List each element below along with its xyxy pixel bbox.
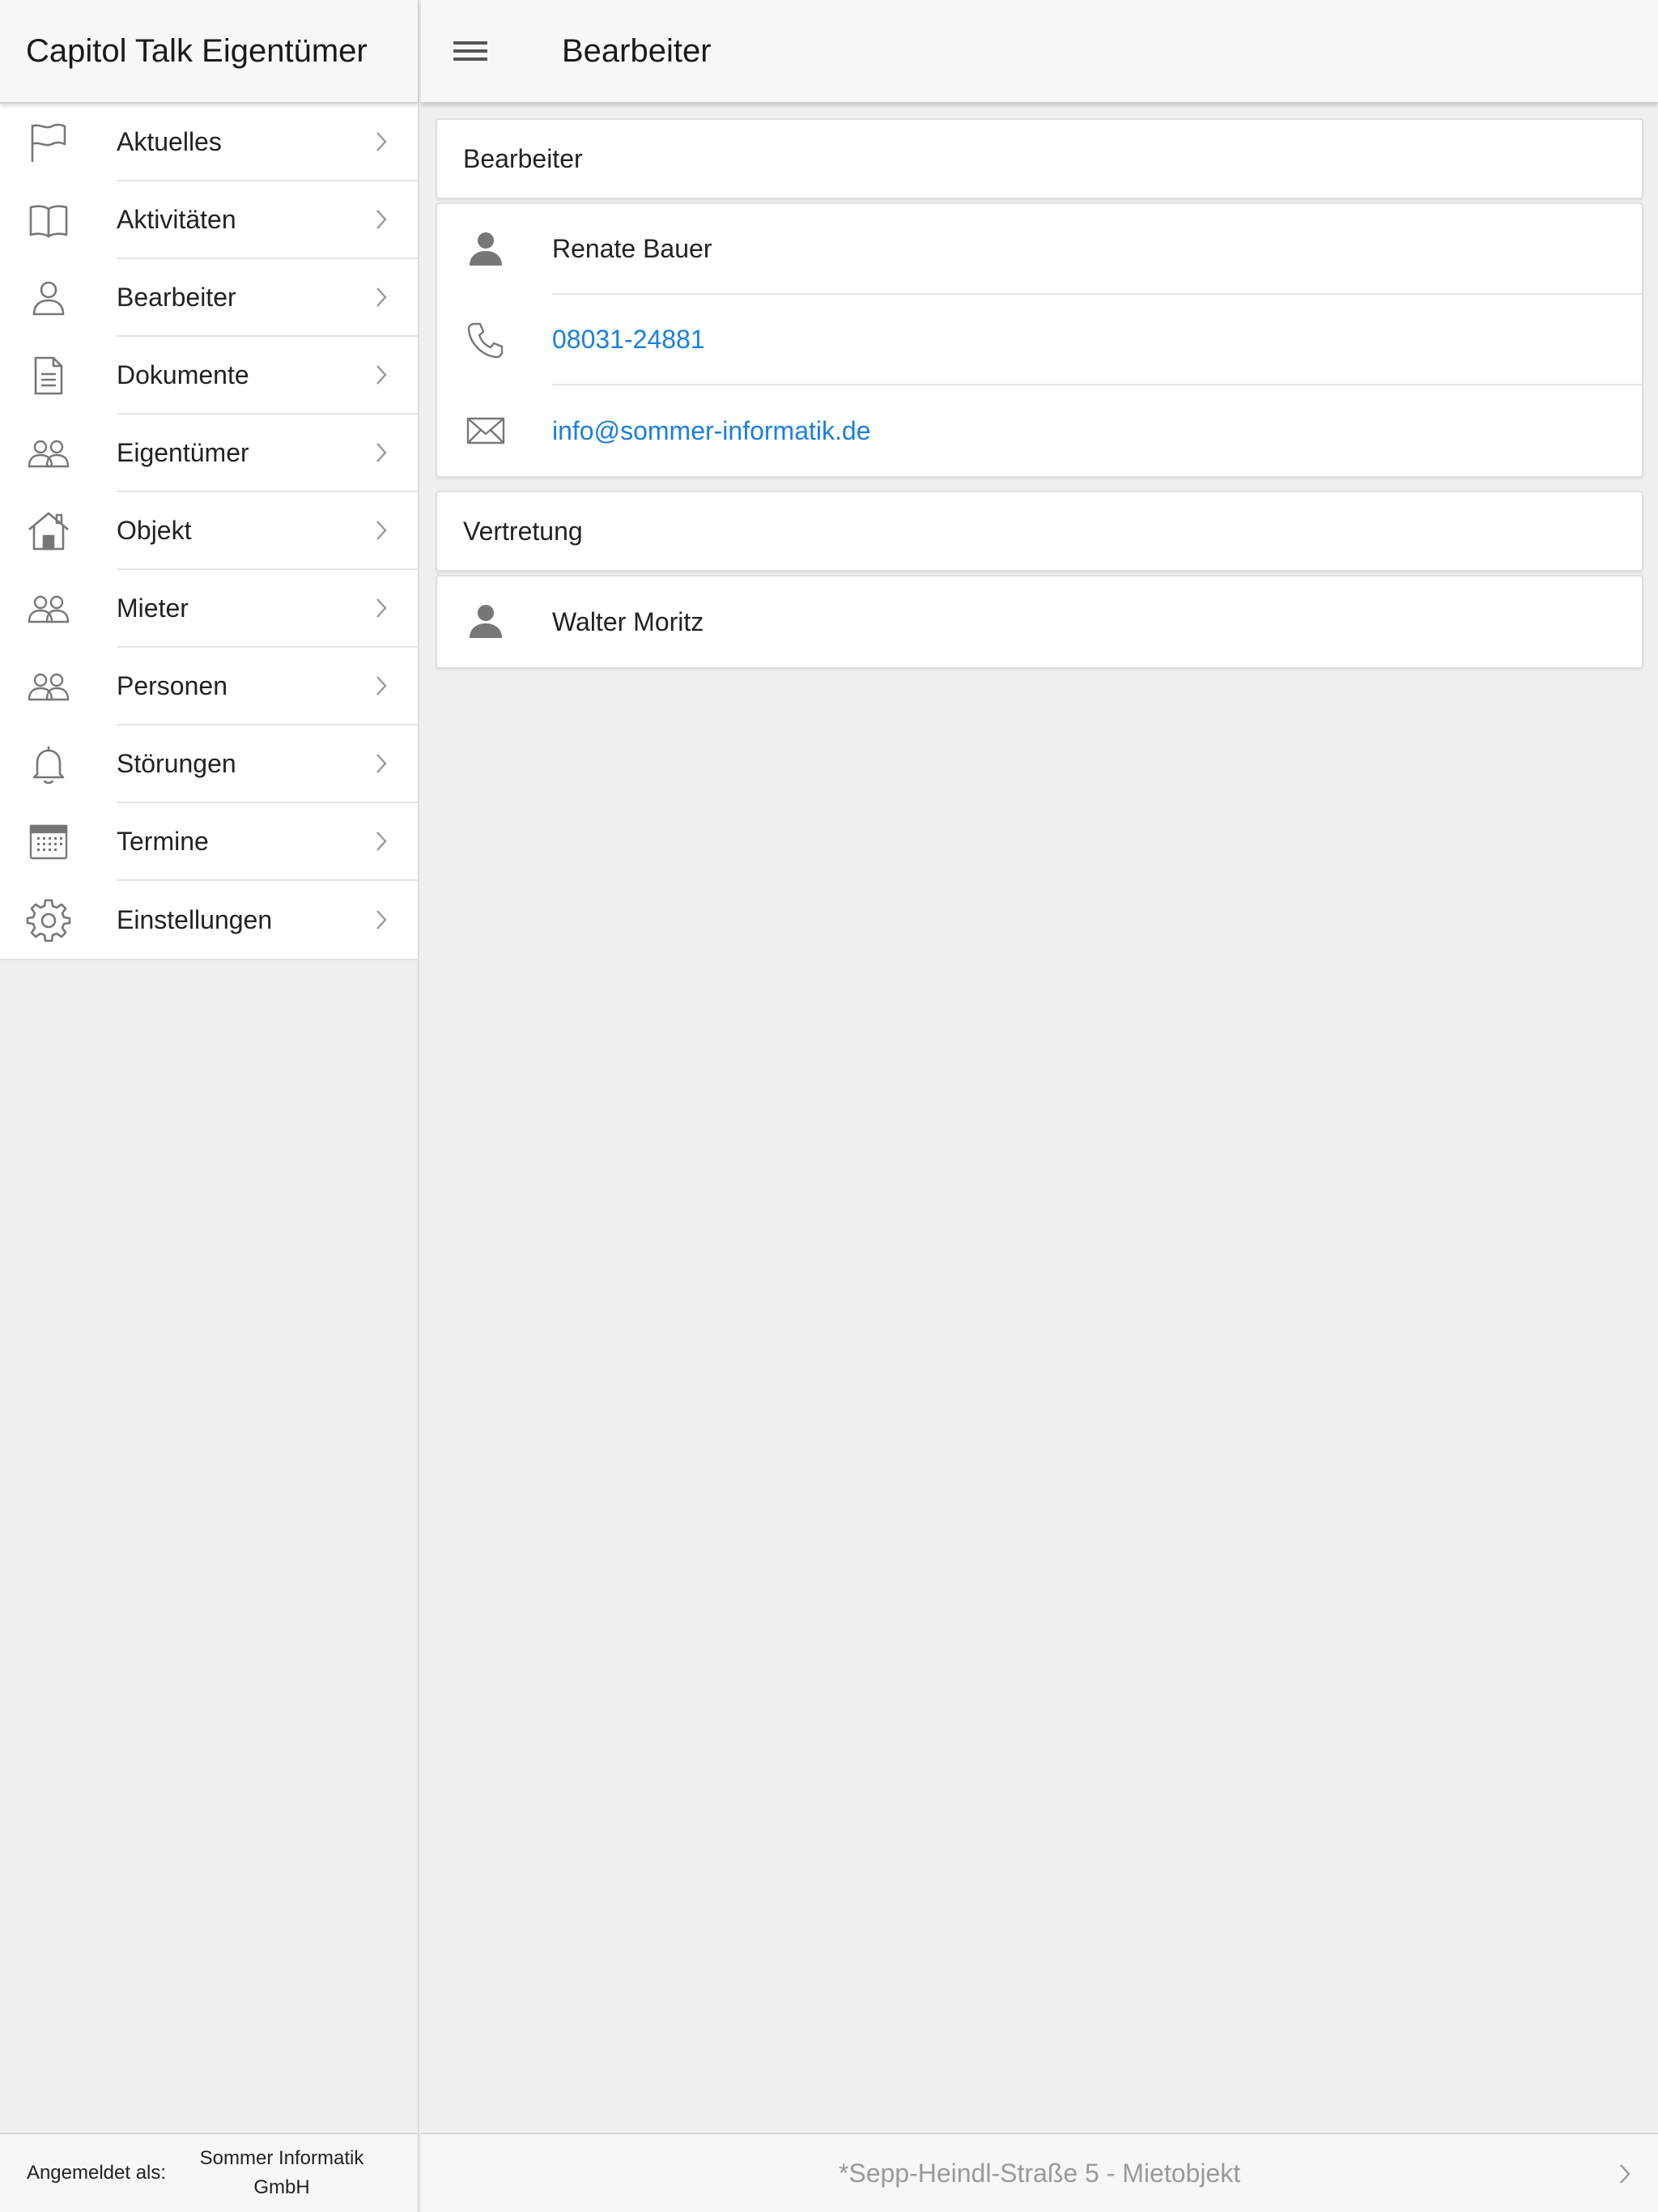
contact-name: Walter Moritz — [552, 606, 704, 636]
chevron-right-icon — [376, 210, 387, 229]
contact-phone-row[interactable]: 08031-24881 — [437, 295, 1642, 385]
people-icon — [24, 662, 73, 711]
sidebar-item-mieter[interactable]: Mieter — [0, 570, 418, 648]
sidebar-item-label: Personen — [117, 670, 227, 700]
sidebar-item-label: Termine — [117, 826, 209, 856]
email-link[interactable]: info@sommer-informatik.de — [552, 385, 1642, 476]
sidebar-item-label: Aktivitäten — [117, 204, 236, 234]
main-header: Bearbeiter — [421, 0, 1658, 104]
sidebar-item-label: Einstellungen — [117, 904, 273, 934]
gear-icon — [24, 895, 73, 944]
content: Bearbeiter Renate Bauer 08031-24881 info… — [421, 104, 1658, 669]
bell-icon — [24, 740, 73, 789]
people-icon — [24, 429, 73, 478]
mail-icon — [463, 408, 508, 453]
sidebar-item-label: Störungen — [117, 748, 236, 778]
chevron-right-icon — [376, 287, 387, 307]
book-icon — [24, 196, 73, 245]
app-title: Capitol Talk Eigentümer — [26, 32, 368, 69]
sidebar: Capitol Talk Eigentümer Aktuelles Aktivi… — [0, 0, 419, 2212]
sidebar-item-dokumente[interactable]: Dokumente — [0, 337, 418, 415]
logged-in-user: Sommer Informatik GmbH — [199, 2147, 364, 2198]
chevron-right-icon — [376, 832, 387, 851]
sidebar-item-label: Bearbeiter — [117, 282, 236, 312]
hamburger-menu-icon[interactable] — [452, 37, 489, 65]
chevron-right-icon — [376, 910, 387, 929]
chevron-right-icon — [376, 676, 387, 696]
flag-icon — [24, 118, 73, 167]
object-selector[interactable]: *Sepp-Heindl-Straße 5 - Mietobjekt — [421, 2133, 1658, 2212]
sidebar-item-objekt[interactable]: Objekt — [0, 492, 418, 570]
chevron-right-icon — [376, 132, 387, 151]
chevron-right-icon — [376, 443, 387, 462]
section-title: Vertretung — [463, 516, 583, 546]
current-object-label: *Sepp-Heindl-Straße 5 - Mietobjekt — [838, 2158, 1241, 2188]
house-icon — [24, 507, 73, 555]
sidebar-item-einstellungen[interactable]: Einstellungen — [0, 881, 418, 959]
contact-name-row: Renate Bauer — [437, 204, 1642, 295]
sidebar-item-bearbeiter[interactable]: Bearbeiter — [0, 259, 418, 337]
person-icon — [24, 274, 73, 322]
chevron-right-icon — [1620, 2164, 1630, 2184]
chevron-right-icon — [376, 598, 387, 618]
sidebar-item-termine[interactable]: Termine — [0, 803, 418, 881]
bearbeiter-details: Renate Bauer 08031-24881 info@sommer-inf… — [436, 202, 1643, 478]
contact-email-row[interactable]: info@sommer-informatik.de — [437, 385, 1642, 476]
sidebar-item-eigentuemer[interactable]: Eigentümer — [0, 415, 418, 492]
document-icon — [24, 351, 73, 400]
sidebar-item-label: Aktuelles — [117, 126, 222, 156]
section-title: Bearbeiter — [463, 143, 583, 173]
sidebar-header: Capitol Talk Eigentümer — [0, 0, 418, 104]
sidebar-item-label: Eigentümer — [117, 437, 249, 467]
main-panel: Bearbeiter Bearbeiter Renate Bauer 08031… — [421, 0, 1658, 2212]
app-window: Capitol Talk Eigentümer Aktuelles Aktivi… — [0, 0, 1658, 2212]
page-title: Bearbeiter — [562, 32, 712, 69]
person-filled-icon — [463, 227, 508, 272]
sidebar-item-stoerungen[interactable]: Störungen — [0, 725, 418, 803]
sidebar-item-label: Dokumente — [117, 359, 249, 389]
logged-in-label: Angemeldet als: — [26, 2162, 167, 2184]
contact-name-row: Walter Moritz — [437, 576, 1642, 667]
vertretung-details: Walter Moritz — [436, 575, 1643, 669]
phone-link[interactable]: 08031-24881 — [552, 295, 1642, 385]
person-filled-icon — [463, 599, 508, 644]
sidebar-item-label: Mieter — [117, 593, 189, 623]
chevron-right-icon — [376, 365, 387, 385]
calendar-icon — [24, 818, 73, 866]
people-icon — [24, 585, 73, 633]
sidebar-item-personen[interactable]: Personen — [0, 648, 418, 725]
chevron-right-icon — [376, 521, 387, 540]
sidebar-nav: Aktuelles Aktivitäten Bearbeiter Dokumen… — [0, 104, 418, 960]
phone-icon — [463, 317, 508, 363]
login-info: Angemeldet als: Sommer Informatik GmbH — [0, 2133, 418, 2212]
contact-name: Renate Bauer — [552, 204, 1642, 295]
sidebar-item-aktuelles[interactable]: Aktuelles — [0, 104, 418, 181]
section-header-vertretung: Vertretung — [436, 491, 1643, 572]
chevron-right-icon — [376, 754, 387, 773]
sidebar-item-label: Objekt — [117, 515, 192, 545]
sidebar-item-aktivitaeten[interactable]: Aktivitäten — [0, 181, 418, 259]
section-header-bearbeiter: Bearbeiter — [436, 118, 1643, 199]
